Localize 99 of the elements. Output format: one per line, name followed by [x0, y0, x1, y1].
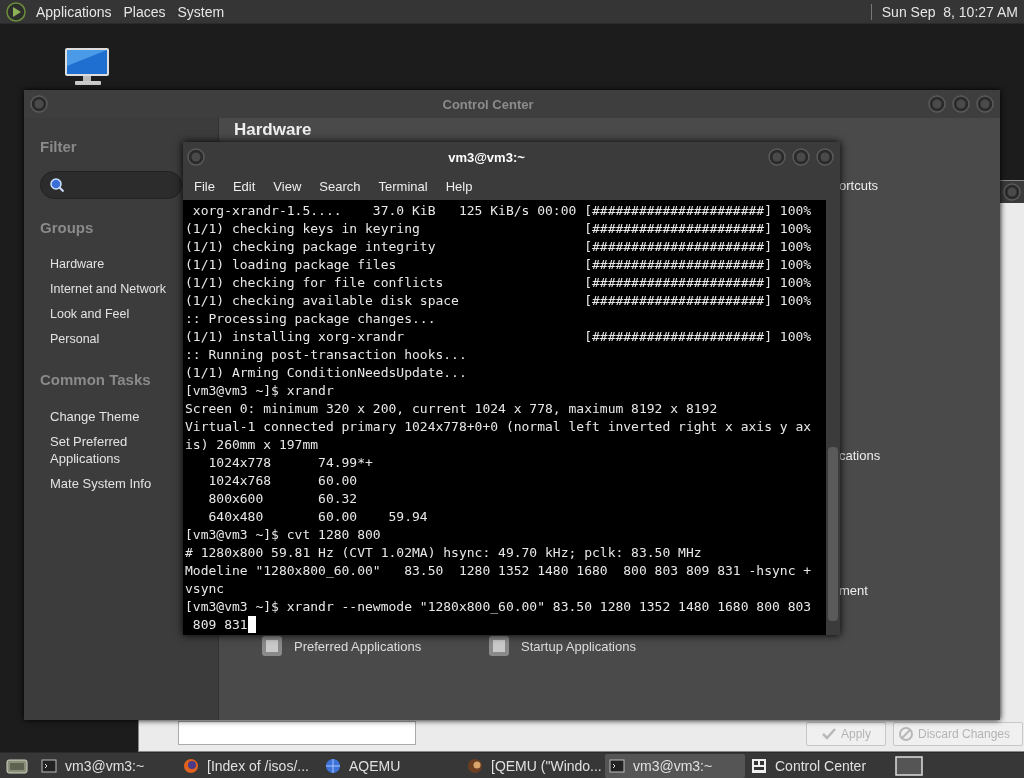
window-button[interactable] — [1003, 183, 1021, 201]
progress-bar-text: [######################] — [584, 292, 772, 310]
menu-item[interactable]: Search — [310, 178, 370, 194]
progress-percent: 100% — [779, 274, 812, 292]
terminal-line: Modeline "1280x800_60.00" 83.50 1280 1352 1480 1680 800 803 809 831 -hsync + — [185, 562, 812, 580]
scrollbar[interactable] — [826, 200, 840, 635]
minimize-button[interactable] — [928, 95, 946, 113]
window-title: Control Center — [441, 96, 535, 112]
item-label[interactable]: Preferred Applications — [294, 638, 422, 654]
menu-item[interactable]: View — [264, 178, 311, 194]
terminal-line: 1024x778 74.99*+ — [207, 454, 373, 472]
terminal-line: [vm3@vm3 ~]$ cvt 1280 800 — [185, 526, 381, 544]
progress-percent: 100% — [779, 292, 812, 310]
terminal-line: xorg-xrandr-1.5.... 37.0 KiB 125 KiB/s 00:00 — [191, 202, 578, 220]
app-icon — [467, 757, 483, 774]
maximize-button[interactable] — [952, 95, 970, 113]
panel-menu[interactable]: Places — [117, 3, 172, 20]
section-title: Hardware — [234, 120, 312, 140]
close-button[interactable] — [976, 95, 994, 113]
menu-item[interactable]: Edit — [223, 178, 265, 194]
terminal-line: :: Processing package changes... — [185, 310, 436, 328]
scrollbar-thumb[interactable] — [828, 447, 838, 621]
terminal-line: 1024x768 60.00 — [207, 472, 358, 490]
terminal-line: # 1280x800 59.81 Hz (CVT 1.02MA) hsync: 49.70 kHz; pclk: 83.50 MHz — [185, 544, 702, 562]
terminal-line: (1/1) installing xorg-xrandr — [185, 328, 406, 346]
input-field[interactable] — [178, 721, 416, 745]
settings-item-icon[interactable] — [259, 633, 285, 659]
terminal-line: vsync — [185, 580, 225, 598]
progress-percent: 100% — [779, 256, 812, 274]
taskbar-button[interactable]: vm3@vm3:~ — [605, 753, 745, 778]
globe-icon — [325, 757, 341, 774]
control-panel-icon — [751, 757, 767, 774]
task-link[interactable]: Mate System Info — [50, 471, 152, 496]
sidebar-item[interactable]: Hardware — [50, 252, 105, 277]
sidebar-item[interactable]: Internet and Network — [50, 277, 167, 302]
progress-percent: 100% — [779, 238, 812, 256]
search-icon — [49, 177, 65, 193]
maximize-button[interactable] — [792, 148, 810, 166]
menu-logo-icon[interactable] — [6, 1, 26, 22]
search-field[interactable] — [40, 171, 182, 199]
item-label[interactable]: ment — [839, 582, 985, 599]
terminal-line: [vm3@vm3 ~]$ xrandr — [185, 382, 334, 400]
progress-bar-text: [######################] — [584, 238, 772, 256]
terminal-line: 640x480 60.00 59.94 — [207, 508, 428, 526]
taskbar-button[interactable]: [QEMU ("Windo... — [463, 753, 603, 778]
task-link[interactable]: Set Preferred Applications — [50, 429, 165, 471]
close-button[interactable] — [816, 148, 834, 166]
task-link[interactable]: Change Theme — [50, 404, 140, 429]
terminal-line: (1/1) checking for file conflicts — [185, 274, 445, 292]
terminal-line: 800x600 60.32 — [207, 490, 358, 508]
terminal-line: (1/1) checking keys in keyring — [185, 220, 421, 238]
item-label[interactable]: cations — [839, 447, 985, 464]
item-label[interactable]: ortcuts — [839, 177, 985, 194]
progress-bar-text: [######################] — [584, 274, 772, 292]
terminal-line: (1/1) checking available disk space — [185, 292, 460, 310]
sidebar-heading: Common Tasks — [40, 370, 151, 390]
progress-percent: 100% — [779, 220, 812, 238]
terminal-line: 809 831 — [191, 616, 248, 634]
terminal-line: [vm3@vm3 ~]$ xrandr --newmode "1280x800_60.00" 83.50 1280 1352 1480 1680 800 803 — [185, 598, 812, 616]
sidebar-heading: Filter — [40, 137, 77, 157]
terminal-line: Screen 0: minimum 320 x 200, current 1024 x 778, maximum 8192 x 8192 — [185, 400, 718, 418]
browser-icon — [183, 757, 199, 774]
workspace-switcher[interactable] — [895, 755, 923, 776]
window-title: vm3@vm3:~ — [447, 149, 526, 165]
terminal-line: Virtual-1 connected primary 1024x778+0+0 (normal left inverted right x axis y ax — [185, 418, 812, 436]
menu-item[interactable]: Terminal — [369, 178, 437, 194]
progress-bar-text: [######################] — [584, 220, 772, 238]
sidebar-item[interactable]: Look and Feel — [50, 302, 130, 327]
minimize-button[interactable] — [768, 148, 786, 166]
window-menu-button[interactable] — [187, 148, 205, 166]
terminal-icon — [41, 757, 57, 774]
terminal-icon — [609, 757, 625, 774]
progress-bar-text: [######################] — [584, 202, 772, 220]
cancel-icon — [898, 726, 914, 742]
terminal-line: :: Running post-transaction hooks... — [185, 346, 467, 364]
terminal-line: (1/1) checking package integrity — [185, 238, 437, 256]
taskbar-button[interactable]: AQEMU — [321, 753, 461, 778]
panel-menu[interactable]: Applications — [30, 3, 118, 20]
computer-icon[interactable] — [62, 46, 112, 88]
taskbar-button[interactable]: vm3@vm3:~ — [37, 753, 177, 778]
progress-bar-text: [######################] — [584, 328, 772, 346]
sidebar-heading: Groups — [40, 218, 94, 238]
clock[interactable]: Sun Sep 8, 10:27 AM — [881, 3, 1018, 20]
menu-item[interactable]: Help — [436, 178, 482, 194]
terminal-line: (1/1) loading package files — [185, 256, 398, 274]
terminal-line: is) 260mm x 197mm — [185, 436, 319, 454]
menu-item[interactable]: File — [185, 178, 224, 194]
settings-item-icon[interactable] — [486, 633, 512, 659]
terminal-line: (1/1) Arming ConditionNeedsUpdate... — [185, 364, 467, 382]
taskbar-button[interactable]: Control Center — [747, 753, 887, 778]
sidebar-item[interactable]: Personal — [50, 327, 100, 352]
progress-bar-text: [######################] — [584, 256, 772, 274]
progress-percent: 100% — [779, 202, 812, 220]
panel-menu[interactable]: System — [171, 3, 231, 20]
item-label[interactable]: Startup Applications — [521, 638, 636, 654]
taskbar-button[interactable]: [Index of /isos/... — [179, 753, 319, 778]
check-icon — [821, 726, 837, 742]
progress-percent: 100% — [779, 328, 812, 346]
window-menu-button[interactable] — [30, 95, 48, 113]
